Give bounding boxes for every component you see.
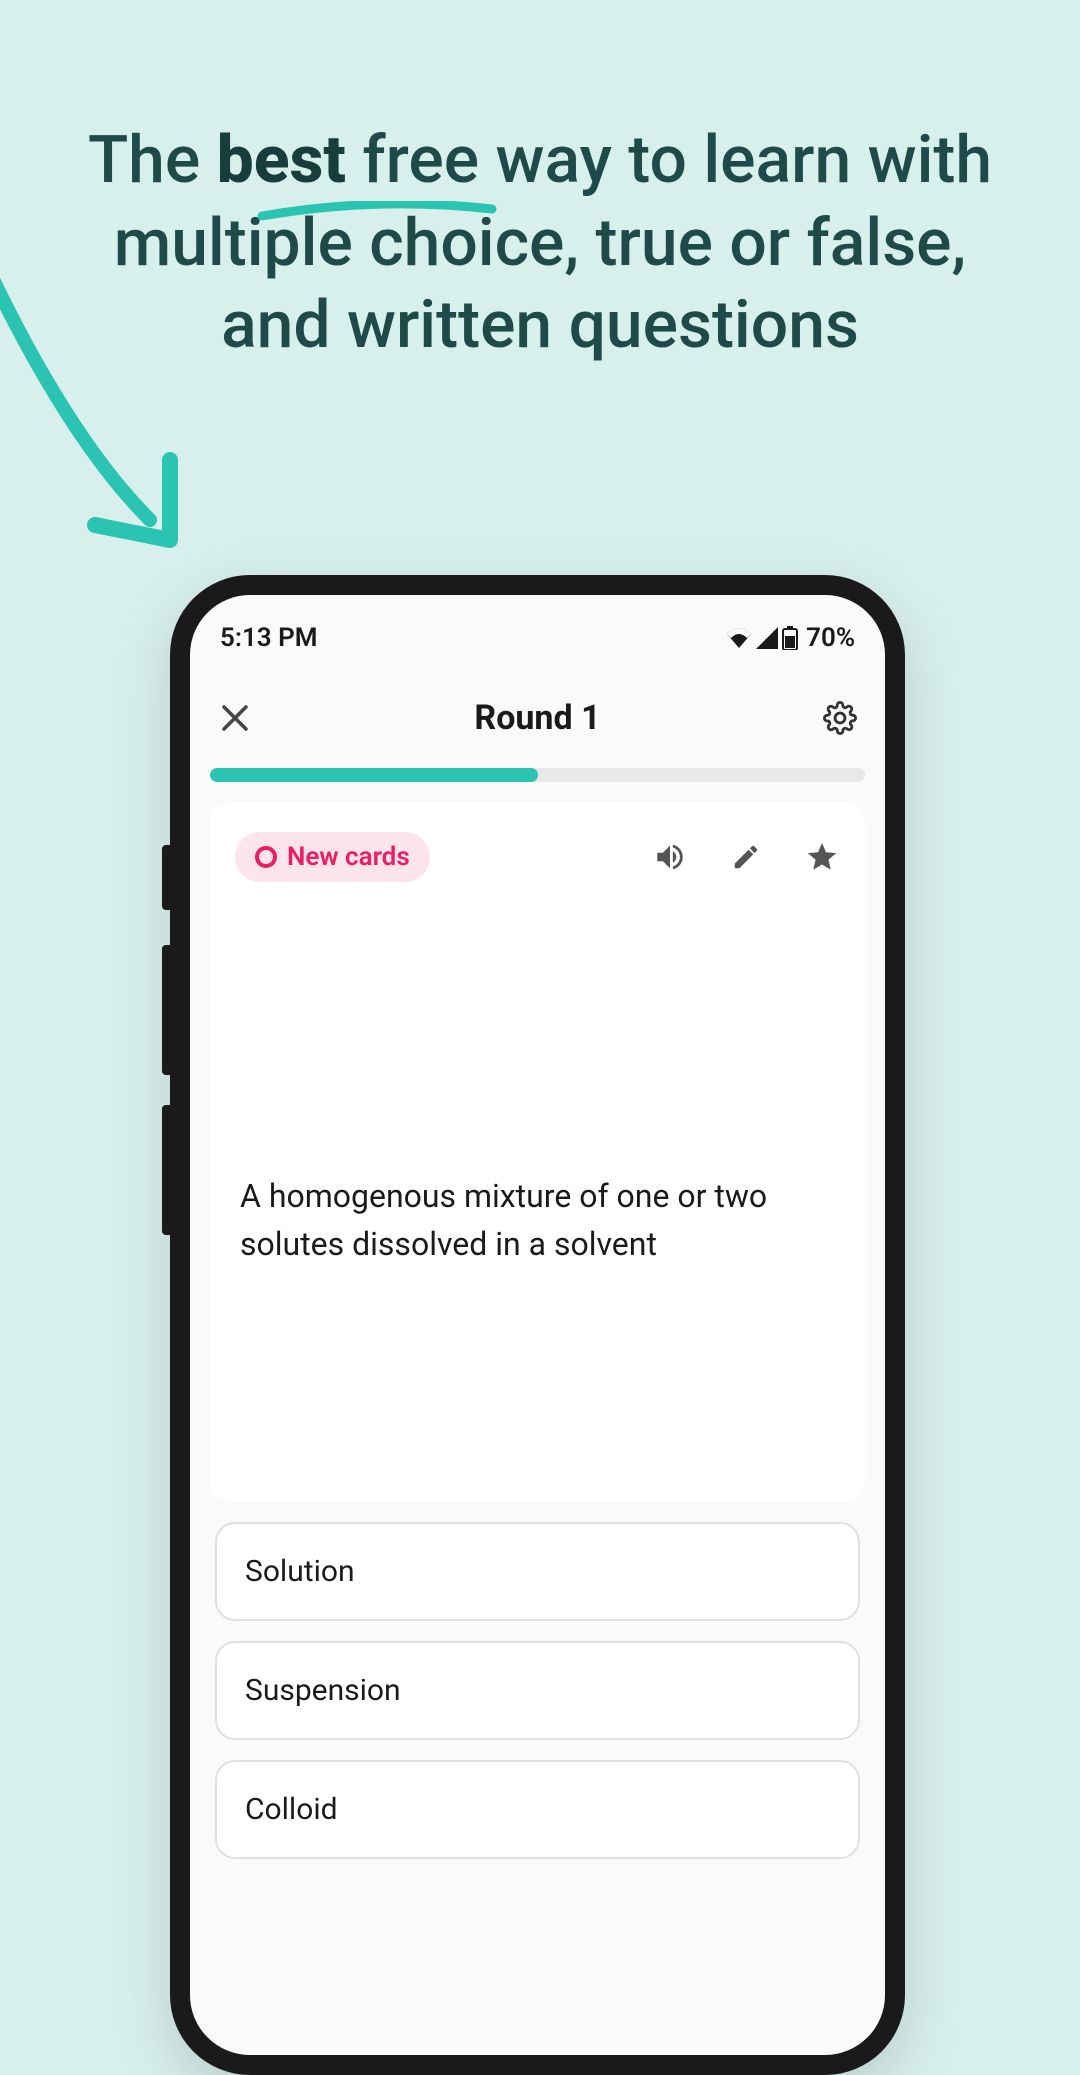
phone-button	[162, 945, 170, 1075]
battery-icon	[782, 626, 798, 650]
new-cards-badge: New cards	[235, 832, 430, 882]
status-time: 5:13 PM	[220, 623, 318, 653]
wifi-icon	[726, 627, 752, 649]
phone-screen: 5:13 PM 70%	[190, 595, 885, 2055]
question-text: A homogenous mixture of one or two solut…	[235, 1172, 840, 1268]
status-bar: 5:13 PM 70%	[190, 595, 885, 663]
answer-list: Solution Suspension Colloid	[215, 1522, 860, 1859]
close-icon	[221, 704, 249, 732]
arrow-decoration-icon	[0, 230, 220, 580]
star-button[interactable]	[804, 839, 840, 875]
audio-button[interactable]	[652, 839, 688, 875]
progress-bar	[210, 768, 865, 782]
app-header: Round 1	[190, 663, 885, 758]
close-button[interactable]	[215, 698, 255, 738]
page-title: Round 1	[474, 698, 600, 738]
phone-mockup: 5:13 PM 70%	[170, 575, 905, 2075]
signal-icon	[756, 627, 778, 649]
pencil-icon	[731, 842, 761, 872]
star-icon	[805, 840, 839, 874]
phone-button	[162, 845, 170, 910]
underline-swoosh-icon	[257, 201, 497, 221]
speaker-icon	[653, 840, 687, 874]
answer-option[interactable]: Colloid	[215, 1760, 860, 1859]
edit-button[interactable]	[728, 839, 764, 875]
phone-button	[162, 1105, 170, 1235]
progress-fill	[210, 768, 538, 782]
answer-option[interactable]: Suspension	[215, 1641, 860, 1740]
battery-percent: 70%	[806, 623, 855, 653]
gear-icon	[823, 701, 857, 735]
answer-option[interactable]: Solution	[215, 1522, 860, 1621]
circle-icon	[255, 846, 277, 868]
question-card: New cards	[210, 802, 865, 1502]
settings-button[interactable]	[820, 698, 860, 738]
